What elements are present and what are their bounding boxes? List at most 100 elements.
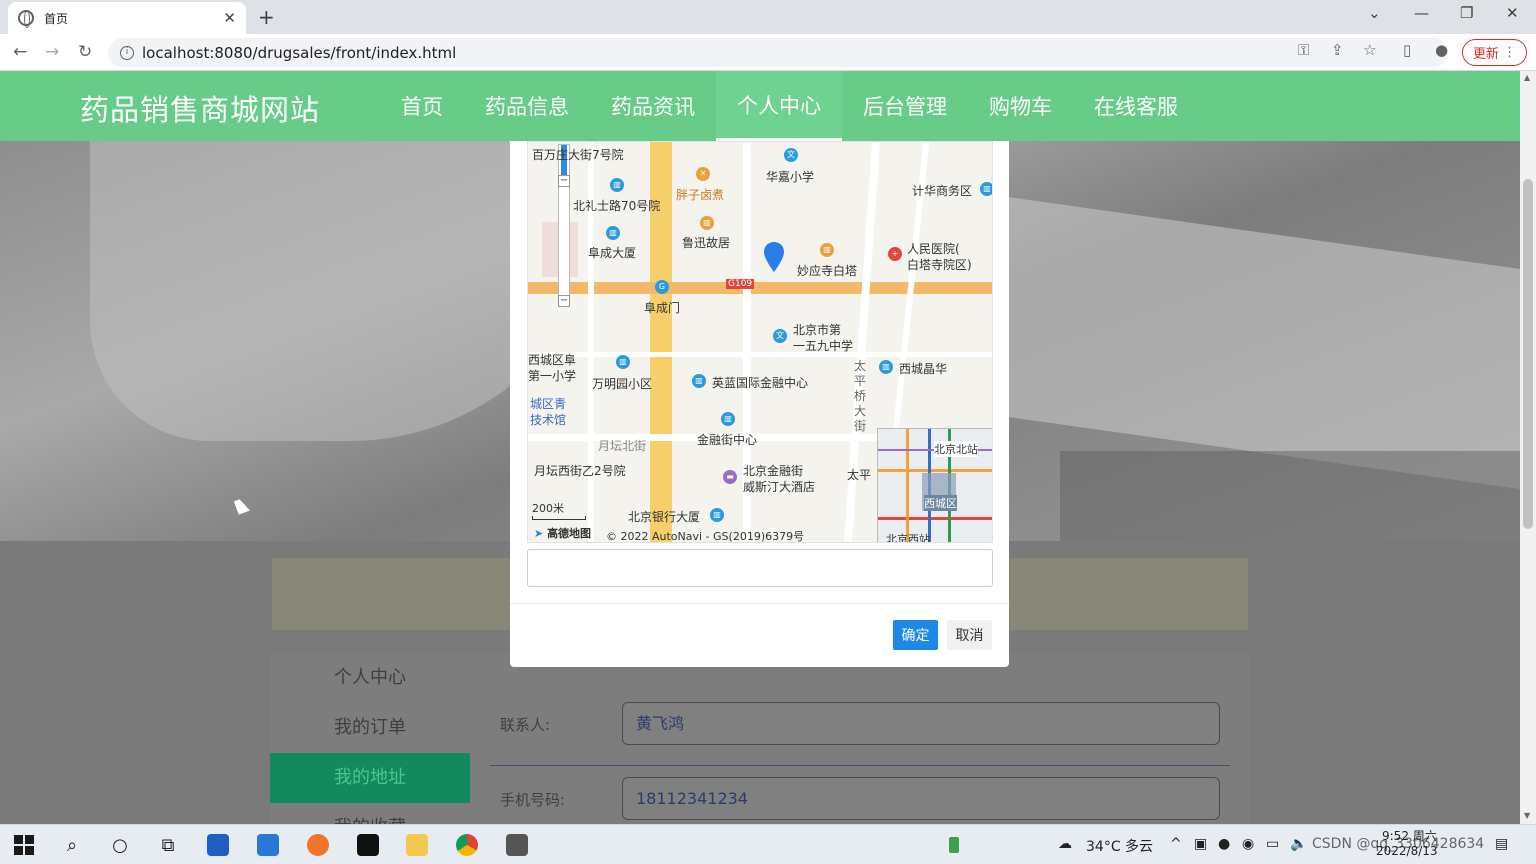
map-label: 威斯汀大酒店 (743, 480, 816, 494)
building-icon: ▥ (710, 508, 724, 522)
map-label: 人民医院( (907, 242, 960, 256)
phone-row: 手机号码: 18112341234 (490, 777, 1230, 824)
address-input[interactable] (527, 549, 993, 587)
location-pin-icon[interactable] (764, 242, 784, 272)
site-header: 药品销售商城网站 首页 药品信息 药品资讯 个人中心 后台管理 购物车 在线客服 (0, 71, 1520, 141)
address-bar[interactable]: i localhost:8080/drugsales/front/index.h… (108, 38, 1448, 67)
map-scale: 200米 (532, 502, 564, 515)
minimize-icon[interactable]: — (1414, 4, 1429, 22)
contact-input[interactable]: 黄飞鸿 (622, 702, 1220, 745)
cortana-icon[interactable]: ○ (108, 833, 132, 857)
nav-drug-info[interactable]: 药品信息 (464, 71, 590, 141)
map-copyright: © 2022 AutoNavi - GS(2019)6379号 (606, 530, 805, 543)
tray-expand-icon[interactable]: ^ (1170, 836, 1182, 852)
wechat-icon[interactable]: ◉ (1242, 836, 1254, 852)
tab-search-icon[interactable]: ⌄ (1368, 4, 1381, 22)
profile-icon[interactable]: ● (1435, 41, 1448, 59)
close-tab-icon[interactable]: ✕ (223, 9, 236, 27)
bookmark-star-icon[interactable]: ☆ (1363, 41, 1376, 59)
school-icon: 文 (784, 148, 798, 162)
notification-icon[interactable]: ▤ (1495, 836, 1508, 852)
page-viewport: 药品销售商城网站 首页 药品信息 药品资讯 个人中心 后台管理 购物车 在线客服… (0, 71, 1520, 824)
restore-icon[interactable]: ❐ (1460, 4, 1473, 22)
site-logo[interactable]: 药品销售商城网站 (80, 87, 320, 129)
map-label: 万明园小区 (592, 377, 653, 391)
sidebar-item-orders[interactable]: 我的订单 (270, 703, 470, 753)
building-icon: ▥ (721, 412, 735, 426)
clock-date: 2022/8/13 (1376, 844, 1438, 858)
task-view-icon[interactable]: ⧉ (156, 833, 180, 857)
scrollbar-thumb[interactable] (1523, 179, 1533, 529)
map-label: 百万庄大街7号院 (532, 148, 624, 162)
map-zoom-slider[interactable]: − − (558, 144, 570, 307)
map-label: 北礼士路70号院 (573, 199, 661, 213)
scroll-down-icon[interactable]: ▼ (1524, 811, 1530, 820)
subway-icon: G (655, 280, 669, 294)
search-icon[interactable]: ⌕ (60, 833, 84, 857)
scroll-up-icon[interactable]: ▲ (1524, 73, 1530, 82)
clock[interactable]: 9:52 周六 2022/8/13 (1376, 829, 1438, 859)
map-view[interactable]: − − 文 ✕ ▥ ▥ ▥ ▥ ▥ + G 文 ▥ ▥ ▥ ▥ ▥ ▬ 百万庄大… (527, 141, 993, 543)
update-button[interactable]: 更新 ⋮ (1462, 39, 1527, 66)
nav-personal-center[interactable]: 个人中心 (716, 71, 842, 141)
temple-icon: ▥ (820, 243, 834, 257)
weather-icon[interactable]: ☁ (1058, 836, 1072, 852)
store-icon[interactable] (206, 833, 230, 857)
tray-app-icon[interactable]: ▣ (1194, 836, 1207, 852)
battery-app-icon[interactable] (942, 833, 966, 857)
cancel-button[interactable]: 取消 (947, 620, 992, 650)
side-panel-icon[interactable]: ▯ (1403, 41, 1411, 59)
key-icon[interactable]: ⚿ (1298, 41, 1309, 59)
qq-icon[interactable]: ● (1218, 836, 1230, 852)
chrome-icon[interactable] (455, 833, 479, 857)
zoom-out-icon[interactable]: − (558, 295, 570, 307)
building-icon: ▥ (606, 226, 620, 240)
building-icon: ▥ (879, 360, 893, 374)
contact-label: 联系人: (500, 716, 551, 734)
hospital-icon: + (888, 247, 902, 261)
nav-online-service[interactable]: 在线客服 (1073, 71, 1199, 141)
back-icon[interactable]: ← (13, 42, 27, 62)
map-label: 第一小学 (528, 369, 577, 383)
phone-input[interactable]: 18112341234 (622, 777, 1220, 820)
volume-icon[interactable]: 🔈 (1290, 836, 1307, 852)
mail-icon[interactable] (256, 833, 280, 857)
forward-icon[interactable]: → (45, 42, 59, 62)
nav-cart[interactable]: 购物车 (968, 71, 1073, 141)
zoom-in-icon[interactable]: − (558, 175, 570, 187)
nav-drug-news[interactable]: 药品资讯 (590, 71, 716, 141)
terminal-icon[interactable] (505, 833, 529, 857)
sidebar-item-address[interactable]: 我的地址 (270, 753, 470, 803)
map-label: 北京北站 (934, 441, 978, 457)
sidebar-item-personal-center[interactable]: 个人中心 (270, 653, 470, 703)
nav-home[interactable]: 首页 (380, 71, 464, 141)
weather-text[interactable]: 34°C 多云 (1086, 836, 1153, 856)
map-label: 月坛北街 (598, 439, 647, 453)
os-taskbar: ⌕ ○ ⧉ ☁ 34°C 多云 ^ ▣ ● ◉ ▭ 🔈 CSDN @qq_330… (0, 824, 1536, 864)
address-picker-dialog: − − 文 ✕ ▥ ▥ ▥ ▥ ▥ + G 文 ▥ ▥ ▥ ▥ ▥ ▬ 百万庄大… (510, 141, 1009, 667)
sidebar-item-favorites[interactable]: 我的收藏 (270, 803, 470, 824)
site-info-icon[interactable]: i (120, 45, 134, 60)
file-explorer-icon[interactable] (405, 833, 429, 857)
sidebar: 个人中心 我的订单 我的地址 我的收藏 (270, 653, 470, 824)
reload-icon[interactable]: ↻ (78, 42, 92, 62)
map-label: 胖子卤煮 (676, 188, 725, 202)
share-icon[interactable]: ⇪ (1331, 41, 1344, 59)
map-label: 白塔寺院区) (907, 258, 972, 272)
amap-logo: ➤ 高德地图 (534, 527, 592, 540)
firefox-icon[interactable] (306, 833, 330, 857)
map-label: 鲁迅故居 (682, 236, 731, 250)
windows-start-icon[interactable] (12, 833, 36, 857)
restaurant-icon: ✕ (696, 167, 710, 181)
intellij-icon[interactable] (356, 833, 380, 857)
new-tab-icon[interactable]: + (258, 5, 275, 29)
map-label: 城区青 (530, 397, 567, 411)
map-label: 月坛西街乙2号院 (534, 464, 626, 478)
page-scrollbar[interactable]: ▲ ▼ (1520, 71, 1536, 824)
map-overview[interactable]: 北京北站 西城区 北京西站 (877, 428, 992, 542)
nav-admin[interactable]: 后台管理 (842, 71, 968, 141)
browser-tab[interactable]: 首页 ✕ (8, 2, 246, 34)
window-close-icon[interactable]: ✕ (1506, 4, 1519, 22)
confirm-button[interactable]: 确定 (893, 620, 938, 650)
battery-icon[interactable]: ▭ (1266, 836, 1279, 852)
